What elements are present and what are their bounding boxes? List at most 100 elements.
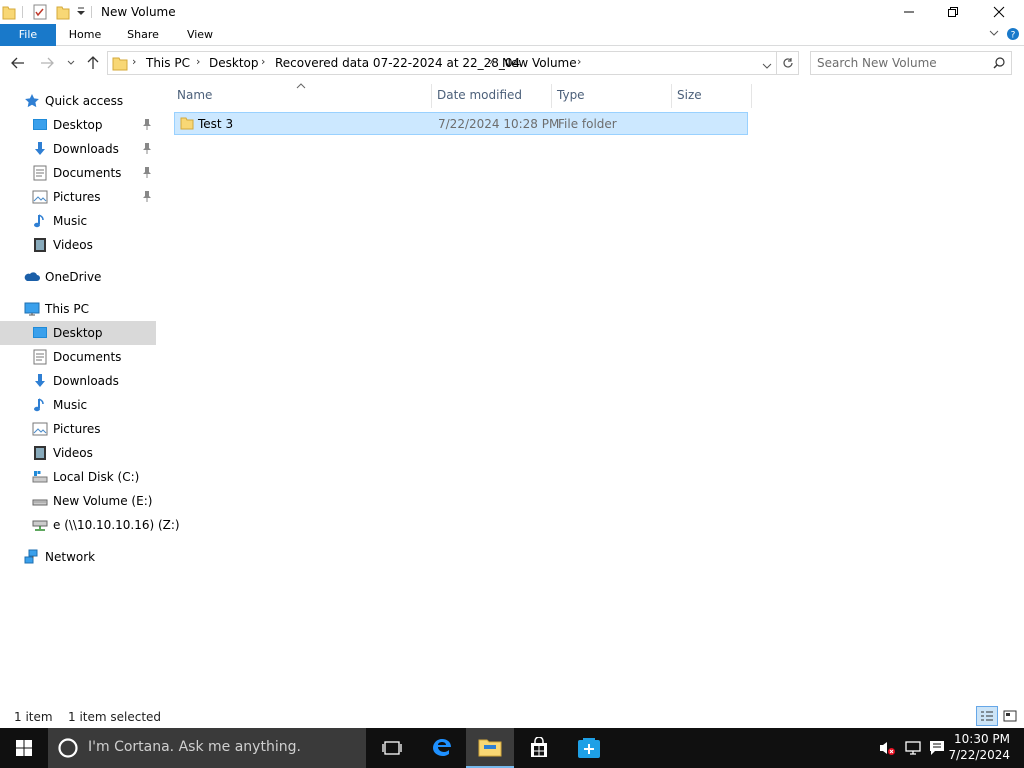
tab-file[interactable]: File xyxy=(0,24,56,46)
customize-quick-access-icon[interactable] xyxy=(76,6,86,21)
search-icon[interactable] xyxy=(993,57,1005,72)
nav-pc-music[interactable]: Music xyxy=(0,393,156,417)
close-button[interactable] xyxy=(976,0,1022,24)
restore-button[interactable] xyxy=(930,0,976,24)
close-icon xyxy=(993,6,1005,18)
onedrive-icon xyxy=(24,269,40,285)
nav-quick-pictures[interactable]: Pictures xyxy=(0,185,156,209)
star-icon xyxy=(24,93,40,109)
nav-this-pc[interactable]: This PC xyxy=(0,297,156,321)
table-row[interactable]: Test 3 7/22/2024 10:28 PM File folder xyxy=(174,112,748,135)
nav-pc-videos[interactable]: Videos xyxy=(0,441,156,465)
documents-icon xyxy=(32,165,48,181)
address-bar[interactable]: › This PC › Desktop › Recovered data 07-… xyxy=(107,51,777,75)
selection-count: 1 item selected xyxy=(68,710,162,724)
back-button[interactable] xyxy=(9,54,27,72)
nav-quick-music[interactable]: Music xyxy=(0,209,156,233)
pin-icon[interactable] xyxy=(142,118,152,133)
nav-onedrive[interactable]: OneDrive xyxy=(0,265,156,289)
videos-icon xyxy=(32,237,48,253)
local-disk-icon xyxy=(32,469,48,485)
taskbar: I'm Cortana. Ask me anything. 10:30 PM 7… xyxy=(0,728,1024,768)
breadcrumb-recovered-data[interactable]: Recovered data 07-22-2024 at 22_28_04 xyxy=(275,56,520,70)
breadcrumb-this-pc[interactable]: This PC xyxy=(146,56,190,70)
nav-label: This PC xyxy=(45,302,89,316)
breadcrumb-desktop[interactable]: Desktop xyxy=(209,56,259,70)
task-view-button[interactable] xyxy=(368,728,416,768)
large-icons-view-button[interactable] xyxy=(999,706,1021,726)
help-icon[interactable]: ? xyxy=(1006,27,1020,44)
nav-label: OneDrive xyxy=(45,270,102,284)
nav-pc-desktop[interactable]: Desktop xyxy=(0,321,156,345)
nav-quick-downloads[interactable]: Downloads xyxy=(0,137,156,161)
breadcrumb-chevron-icon[interactable]: › xyxy=(132,55,136,68)
breadcrumb-chevron-icon[interactable]: › xyxy=(489,55,493,68)
column-name[interactable]: Name xyxy=(172,84,432,108)
window-title: New Volume xyxy=(101,5,176,19)
nav-quick-videos[interactable]: Videos xyxy=(0,233,156,257)
nav-label: Desktop xyxy=(53,118,103,132)
folder-icon xyxy=(180,116,194,133)
address-history-dropdown[interactable] xyxy=(762,59,772,73)
store-button[interactable] xyxy=(515,728,563,768)
nav-pc-pictures[interactable]: Pictures xyxy=(0,417,156,441)
forward-button[interactable] xyxy=(38,54,56,72)
app-button[interactable] xyxy=(565,728,613,768)
column-type[interactable]: Type xyxy=(552,84,672,108)
nav-network-drive-z[interactable]: e (\\10.10.10.16) (Z:) xyxy=(0,513,180,537)
new-folder-icon[interactable] xyxy=(56,4,70,23)
file-type: File folder xyxy=(558,117,617,131)
edge-button[interactable] xyxy=(418,728,466,768)
nav-label: Videos xyxy=(53,238,93,252)
breadcrumb-new-volume[interactable]: New Volume xyxy=(502,56,577,70)
action-center-icon[interactable] xyxy=(928,740,946,759)
nav-pc-documents[interactable]: Documents xyxy=(0,345,156,369)
breadcrumb-chevron-icon[interactable]: › xyxy=(196,55,200,68)
breadcrumb-chevron-icon[interactable]: › xyxy=(577,55,581,68)
system-clock[interactable]: 10:30 PM 7/22/2024 xyxy=(948,731,1010,763)
details-view-icon xyxy=(981,711,993,721)
search-box[interactable] xyxy=(810,51,1012,75)
refresh-button[interactable] xyxy=(777,51,799,75)
up-arrow-icon xyxy=(87,56,99,69)
nav-new-volume-e[interactable]: New Volume (E:) xyxy=(0,489,156,513)
expand-ribbon-icon[interactable] xyxy=(988,27,1000,42)
tab-share[interactable]: Share xyxy=(120,24,166,46)
recent-locations-button[interactable] xyxy=(62,54,80,72)
network-status-icon[interactable] xyxy=(904,740,922,759)
column-date-modified[interactable]: Date modified xyxy=(432,84,552,108)
music-icon xyxy=(32,213,48,229)
start-button[interactable] xyxy=(0,728,48,768)
toolbar-divider xyxy=(22,6,23,18)
file-explorer-button[interactable] xyxy=(466,728,514,768)
nav-quick-access[interactable]: Quick access xyxy=(0,89,156,113)
nav-quick-desktop[interactable]: Desktop xyxy=(0,113,156,137)
breadcrumb-chevron-icon[interactable]: › xyxy=(261,55,265,68)
details-view-button[interactable] xyxy=(976,706,998,726)
nav-label: Music xyxy=(53,398,88,412)
cortana-icon xyxy=(57,737,79,762)
volume-muted-icon[interactable] xyxy=(878,740,896,759)
folder-icon xyxy=(112,55,128,74)
pin-icon[interactable] xyxy=(142,142,152,157)
nav-network[interactable]: Network xyxy=(0,545,156,569)
edge-icon xyxy=(433,739,451,756)
network-icon xyxy=(24,549,40,565)
nav-label: Pictures xyxy=(53,190,101,204)
item-count: 1 item xyxy=(14,710,53,724)
svg-text:?: ? xyxy=(1011,31,1016,41)
minimize-button[interactable] xyxy=(886,0,932,24)
nav-pc-downloads[interactable]: Downloads xyxy=(0,369,156,393)
cortana-search-box[interactable]: I'm Cortana. Ask me anything. xyxy=(48,728,366,768)
tab-view[interactable]: View xyxy=(178,24,222,46)
up-button[interactable] xyxy=(84,54,102,72)
pin-icon[interactable] xyxy=(142,166,152,181)
nav-quick-documents[interactable]: Documents xyxy=(0,161,156,185)
tab-home[interactable]: Home xyxy=(62,24,108,46)
status-bar: 1 item 1 item selected xyxy=(0,704,1024,728)
nav-local-disk-c[interactable]: Local Disk (C:) xyxy=(0,465,156,489)
column-size[interactable]: Size xyxy=(672,84,752,108)
pin-icon[interactable] xyxy=(142,190,152,205)
search-input[interactable] xyxy=(817,55,987,71)
properties-icon[interactable] xyxy=(33,4,47,23)
